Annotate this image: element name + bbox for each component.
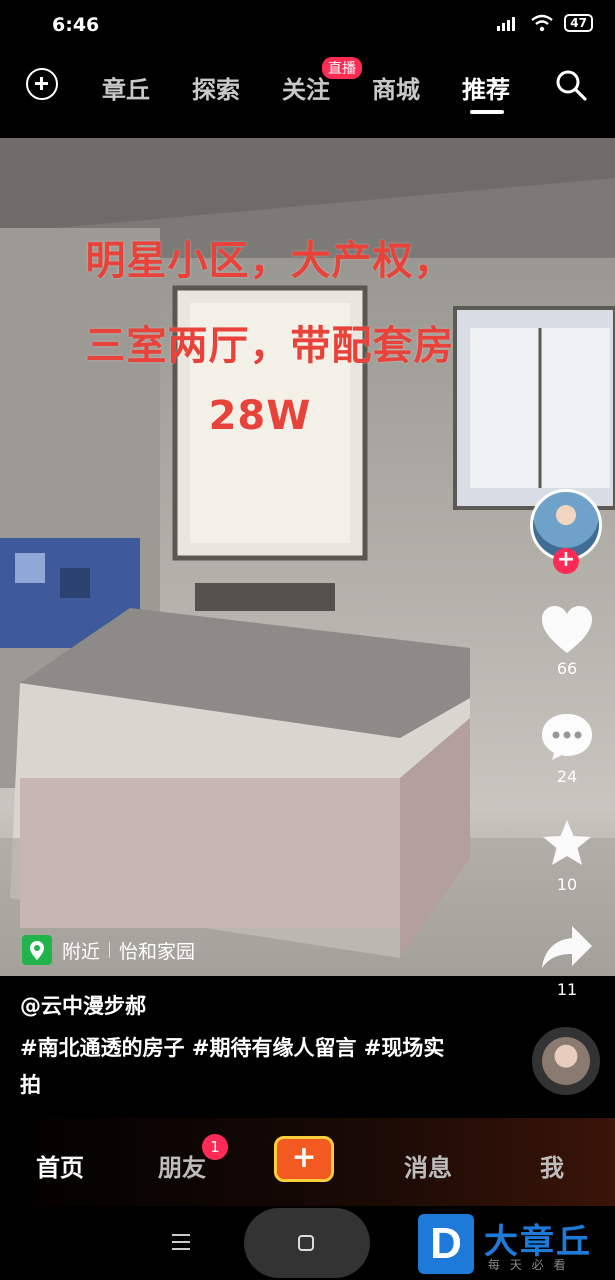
status-bar: 6:46 47 [0,0,615,52]
favorite-count: 10 [556,875,578,894]
status-time: 6:46 [52,14,100,36]
system-nav-bar: D 大章丘 每 天 必 看 [0,1206,615,1280]
battery-indicator: 47 [564,14,593,32]
follow-button[interactable]: + [553,548,579,574]
tab-friends[interactable]: 朋友 [158,1148,206,1183]
menu-icon[interactable] [172,1234,190,1250]
status-icons: 47 [496,14,593,32]
comment-count: 24 [556,767,578,786]
tab-recommend[interactable]: 推荐 [462,70,510,105]
tab-mall[interactable]: 商城 [372,70,420,105]
signal-icon [497,17,516,31]
create-button[interactable]: + [274,1136,334,1182]
location-tag[interactable]: 附近 怡和家园 [22,933,195,967]
caption-line-3: 28W [208,393,312,439]
active-tab-indicator [470,110,504,114]
watermark-logo: D [418,1214,474,1274]
tab-zhangqiu[interactable]: 章丘 [102,70,150,105]
video-player[interactable]: 明星小区，大产权， 三室两厅，带配套房 28W [0,138,615,976]
share-icon[interactable] [540,924,594,970]
location-place: 怡和家园 [119,940,196,963]
caption-line-1: 明星小区，大产权， [85,238,455,284]
author-name[interactable]: @云中漫步郝 [20,990,146,1020]
tab-me[interactable]: 我 [540,1148,564,1183]
tab-following[interactable]: 关注 [282,70,330,105]
like-count: 66 [556,659,578,678]
location-divider [109,942,111,958]
caption-line-2: 三室两厅，带配套房 [85,323,455,369]
home-button[interactable] [244,1208,370,1278]
tab-messages[interactable]: 消息 [404,1148,452,1183]
add-icon[interactable] [26,68,58,100]
top-nav: 章丘 探索 关注 商城 推荐 [0,60,615,116]
music-disc[interactable] [532,1027,600,1095]
bottom-nav: 首页 朋友 1 + 消息 我 [0,1118,615,1206]
share-count: 11 [556,980,578,999]
tab-home[interactable]: 首页 [36,1148,84,1183]
location-nearby-label: 附近 [62,940,101,963]
location-pin-icon [22,935,52,965]
watermark-subtitle: 每 天 必 看 [488,1258,569,1272]
star-icon[interactable] [541,818,593,868]
wifi-icon [531,14,554,32]
tab-explore[interactable]: 探索 [192,70,240,105]
live-badge: 直播 [322,57,362,79]
search-icon[interactable] [554,68,588,102]
comment-icon[interactable] [540,712,594,762]
friends-badge: 1 [202,1134,228,1160]
post-description[interactable]: #南北通透的房子 #期待有缘人留言 #现场实拍 [20,1030,460,1104]
heart-icon[interactable] [540,605,594,655]
